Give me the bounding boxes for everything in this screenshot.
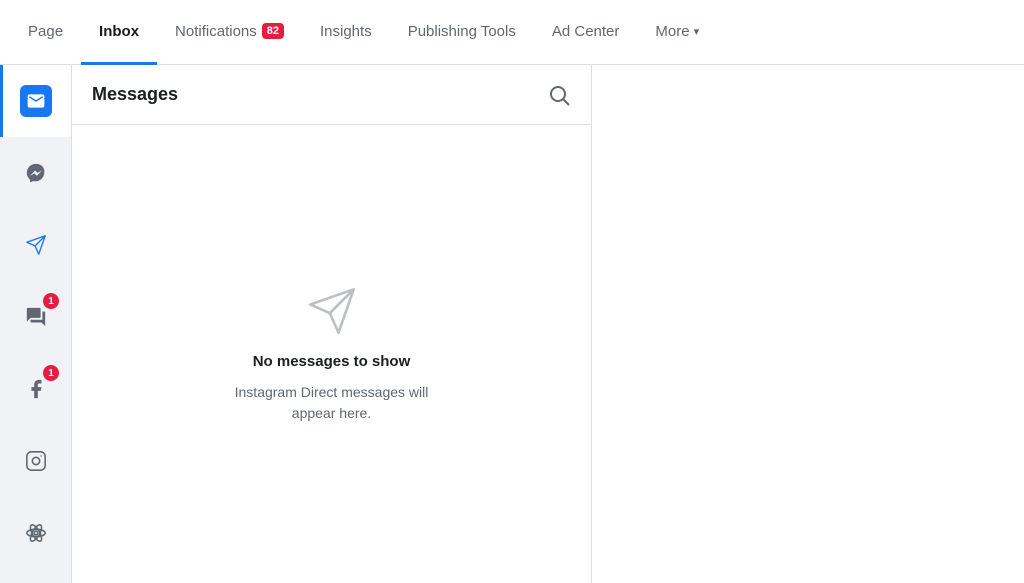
sidebar: 1 1 — [0, 65, 72, 583]
nav-label-ad-center: Ad Center — [552, 23, 620, 40]
messages-panel: Messages No messages to show Instagram D… — [72, 65, 592, 583]
top-nav: Page Inbox Notifications 82 Insights Pub… — [0, 0, 1024, 65]
sidebar-item-facebook-page[interactable]: 1 — [0, 353, 71, 425]
nav-label-insights: Insights — [320, 23, 372, 40]
send-icon — [20, 229, 52, 261]
messages-body: No messages to show Instagram Direct mes… — [72, 125, 591, 583]
nav-item-notifications[interactable]: Notifications 82 — [157, 0, 302, 65]
notifications-badge: 82 — [262, 23, 284, 39]
content-area — [592, 65, 1024, 583]
instagram-icon — [20, 445, 52, 477]
messages-header: Messages — [72, 65, 591, 125]
nav-item-inbox[interactable]: Inbox — [81, 0, 157, 65]
nav-item-insights[interactable]: Insights — [302, 0, 390, 65]
empty-state-icon — [306, 285, 358, 337]
sidebar-item-direct[interactable] — [0, 209, 71, 281]
messenger-icon — [20, 157, 52, 189]
nav-label-publishing-tools: Publishing Tools — [408, 23, 516, 40]
nav-label-page: Page — [28, 23, 63, 40]
sidebar-item-other[interactable] — [0, 497, 71, 569]
empty-title: No messages to show — [253, 353, 411, 370]
nav-item-ad-center[interactable]: Ad Center — [534, 0, 638, 65]
other-icon — [20, 517, 52, 549]
sidebar-item-messages-inbox[interactable] — [0, 65, 71, 137]
nav-label-inbox: Inbox — [99, 23, 139, 40]
sidebar-item-comments[interactable]: 1 — [0, 281, 71, 353]
inbox-icon — [20, 85, 52, 117]
sidebar-item-instagram[interactable] — [0, 425, 71, 497]
messages-title: Messages — [92, 84, 178, 105]
nav-item-more[interactable]: More ▾ — [637, 0, 717, 65]
comments-badge: 1 — [43, 293, 59, 309]
search-button[interactable] — [547, 83, 571, 107]
more-arrow-icon: ▾ — [694, 25, 700, 38]
empty-desc: Instagram Direct messages will appear he… — [232, 382, 432, 424]
nav-item-page[interactable]: Page — [10, 0, 81, 65]
main-layout: 1 1 — [0, 65, 1024, 583]
nav-item-publishing-tools[interactable]: Publishing Tools — [390, 0, 534, 65]
facebook-badge: 1 — [43, 365, 59, 381]
sidebar-item-messenger[interactable] — [0, 137, 71, 209]
nav-label-more: More — [655, 23, 689, 40]
nav-label-notifications: Notifications — [175, 23, 257, 40]
